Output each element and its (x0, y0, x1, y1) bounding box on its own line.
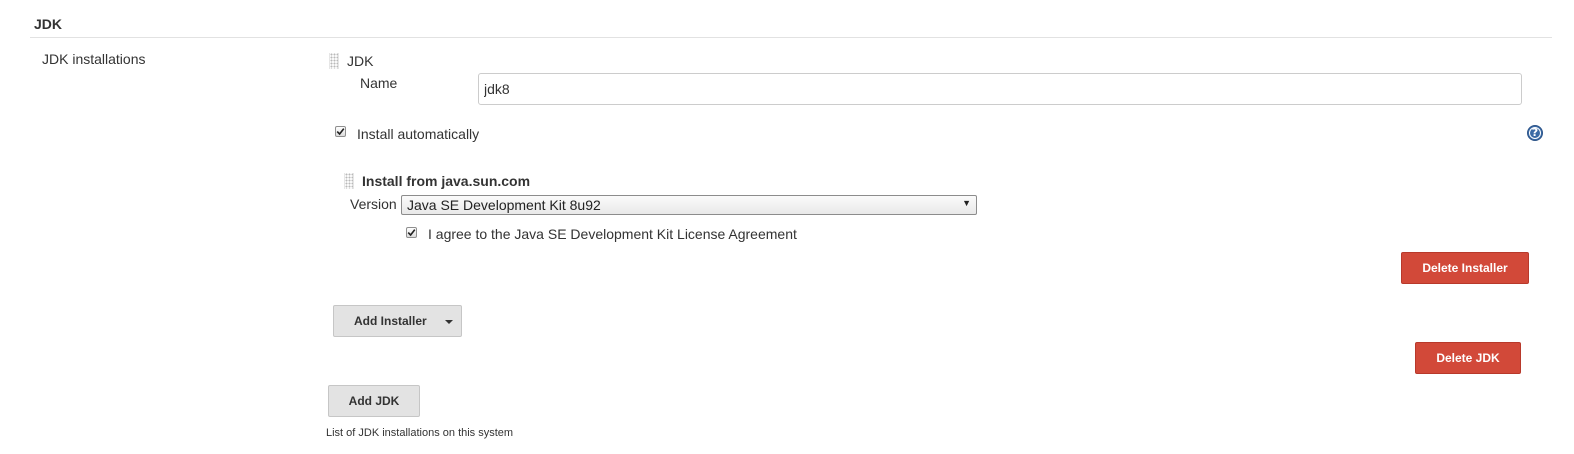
checkmark-icon (336, 128, 345, 136)
section-title: JDK (34, 16, 63, 32)
jdk-name-input[interactable] (478, 73, 1522, 105)
setting-name-jdk-installations: JDK installations (42, 51, 146, 67)
install-automatically-checkbox[interactable] (335, 126, 346, 137)
license-agree-checkbox[interactable] (406, 227, 417, 238)
license-agree-label: I agree to the Java SE Development Kit L… (428, 226, 797, 242)
section-divider (30, 37, 1552, 38)
version-label: Version (350, 196, 397, 212)
jdk-installations-description: List of JDK installations on this system (326, 427, 514, 439)
jdk-drag-handle[interactable] (329, 53, 339, 69)
add-installer-label: Add Installer (354, 314, 427, 328)
installer-title: Install from java.sun.com (362, 173, 531, 189)
dropdown-arrow-icon: ▼ (962, 198, 971, 208)
checkmark-icon (407, 229, 416, 237)
install-automatically-label: Install automatically (357, 126, 480, 142)
name-label: Name (360, 75, 398, 91)
installer-drag-handle[interactable] (344, 173, 354, 189)
caret-down-icon (445, 320, 453, 324)
jdk-block-header: JDK (347, 53, 374, 69)
add-installer-button[interactable]: Add Installer (333, 305, 462, 337)
delete-jdk-button[interactable]: Delete JDK (1415, 342, 1521, 374)
add-jdk-button[interactable]: Add JDK (328, 385, 420, 417)
delete-installer-button[interactable]: Delete Installer (1401, 252, 1529, 284)
help-icon[interactable]: ? (1527, 125, 1543, 141)
version-selected-value: Java SE Development Kit 8u92 (407, 197, 601, 213)
version-select[interactable]: Java SE Development Kit 8u92 ▼ (401, 195, 977, 215)
